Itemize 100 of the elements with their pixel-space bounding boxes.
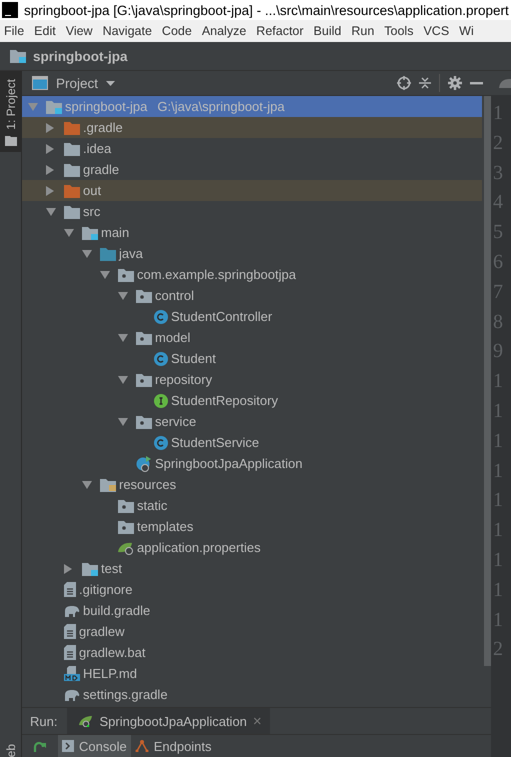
tree-row[interactable]: gradlew (22, 621, 482, 642)
tree-row[interactable]: Student (22, 348, 482, 369)
tree-row[interactable]: out (22, 180, 482, 201)
tree-item-label: out (83, 183, 102, 198)
console-tab[interactable]: Console (58, 735, 131, 757)
run-class-icon (136, 456, 152, 472)
file-icon (64, 582, 76, 597)
tree-row[interactable]: src (22, 201, 482, 222)
settings-icon[interactable] (448, 76, 462, 90)
menu-item[interactable]: Wi (459, 24, 474, 38)
expanded-arrow-icon[interactable] (100, 270, 110, 278)
tree-row[interactable]: static (22, 495, 482, 516)
tree-item-label: templates (137, 519, 194, 534)
tool-window-tab[interactable]: eb (0, 733, 21, 757)
tree-item-label: test (101, 561, 122, 576)
crosshair-icon[interactable] (397, 76, 411, 90)
menu-item[interactable]: VCS (423, 24, 450, 38)
tree-row[interactable]: .gitignore (22, 579, 482, 600)
tree-row[interactable]: HELP.md (22, 663, 482, 684)
package-folder-icon (118, 498, 134, 512)
tree-item-label: HELP.md (83, 666, 137, 681)
network-icon (134, 740, 149, 752)
collapsed-arrow-icon[interactable] (64, 564, 72, 574)
tree-row[interactable]: resources (22, 474, 482, 495)
expanded-arrow-icon[interactable] (46, 208, 56, 216)
tree-item-label: com.example.springbootjpa (137, 267, 296, 282)
tree-row[interactable]: gradlew.bat (22, 642, 482, 663)
folder-icon (4, 136, 16, 146)
folder-icon (64, 162, 80, 176)
collapse-all-icon[interactable] (419, 76, 431, 90)
package-folder-icon (118, 520, 134, 534)
breadcrumb[interactable]: springboot-jpa (33, 48, 128, 64)
window-title: springboot-jpa [G:\java\springboot-jpa] - ...\src\main\resources\application.propert (24, 2, 509, 18)
tree-item-label: src (83, 204, 100, 219)
tree-row[interactable]: SpringbootJpaApplication (22, 453, 482, 474)
run-tab[interactable]: SpringbootJpaApplication × (67, 708, 270, 734)
window-icon (32, 76, 48, 90)
menu-item[interactable]: Tools (384, 24, 414, 38)
module-folder-icon (82, 562, 98, 576)
module-folder-icon (46, 100, 62, 114)
run-label: Run: (29, 714, 58, 728)
expanded-arrow-icon[interactable] (118, 418, 128, 426)
minimize-icon[interactable] (470, 82, 483, 84)
expanded-arrow-icon[interactable] (64, 228, 74, 236)
tree-item-label: main (101, 225, 130, 240)
tree-row[interactable]: java (22, 243, 482, 264)
tree-row[interactable]: control (22, 285, 482, 306)
tree-row[interactable]: test (22, 558, 482, 579)
menu-item[interactable]: Analyze (202, 24, 246, 38)
tree-row[interactable]: StudentRepository (22, 390, 482, 411)
tree-item-label: gradlew (79, 624, 125, 639)
tree-row[interactable]: com.example.springbootjpa (22, 264, 482, 285)
menu-item[interactable]: Navigate (102, 24, 152, 38)
tree-row[interactable]: templates (22, 516, 482, 537)
tree-item-label: .gradle (83, 120, 123, 135)
collapsed-arrow-icon[interactable] (46, 164, 54, 174)
tree-row[interactable]: application.properties (22, 537, 482, 558)
tool-window-tab[interactable]: 1: Project (0, 71, 21, 152)
tree-row[interactable]: service (22, 411, 482, 432)
tree-row[interactable]: StudentController (22, 306, 482, 327)
tree-row[interactable]: build.gradle (22, 600, 482, 621)
menu-item[interactable]: View (66, 24, 93, 38)
menu-item[interactable]: Refactor (256, 24, 304, 38)
expanded-arrow-icon[interactable] (82, 480, 92, 488)
tree-item-label: gradlew.bat (79, 645, 146, 660)
console-tab[interactable]: Endpoints (130, 735, 216, 757)
tree-item-label: StudentController (171, 309, 272, 324)
scrollbar[interactable] (484, 96, 491, 666)
tree-row[interactable]: settings.gradle (22, 684, 482, 705)
tree-item-label: settings.gradle (83, 687, 168, 702)
tree-row[interactable]: repository (22, 369, 482, 390)
menu-item[interactable]: File (4, 24, 24, 38)
tree-row[interactable]: main (22, 222, 482, 243)
tree-row[interactable]: model (22, 327, 482, 348)
module-folder-icon (10, 49, 26, 63)
leaf-icon (79, 715, 94, 727)
tree-row[interactable]: StudentService (22, 432, 482, 453)
tree-row[interactable]: .idea (22, 138, 482, 159)
expanded-arrow-icon[interactable] (82, 250, 92, 258)
menu-item[interactable]: Build (314, 24, 342, 38)
rerun-icon[interactable] (32, 740, 48, 752)
expanded-arrow-icon[interactable] (118, 376, 128, 384)
tree-row[interactable]: .gradle (22, 117, 482, 138)
tree-row[interactable]: gradle (22, 159, 482, 180)
interface-icon (154, 394, 168, 408)
dropdown-arrow-icon[interactable] (106, 80, 116, 86)
collapsed-arrow-icon[interactable] (46, 144, 54, 154)
menu-item[interactable]: Code (162, 24, 192, 38)
expanded-arrow-icon[interactable] (118, 292, 128, 300)
folder-icon (64, 184, 80, 198)
expanded-arrow-icon[interactable] (118, 334, 128, 342)
tree-item-label: static (137, 498, 168, 513)
collapsed-arrow-icon[interactable] (46, 122, 54, 132)
file-tab-icon[interactable] (499, 78, 511, 88)
menu-item[interactable]: Run (351, 24, 374, 38)
view-selector[interactable]: Project (56, 76, 98, 90)
leaf-icon (118, 540, 134, 554)
tree-item-label: application.properties (137, 540, 261, 555)
collapsed-arrow-icon[interactable] (46, 186, 54, 196)
menu-item[interactable]: Edit (34, 24, 56, 38)
